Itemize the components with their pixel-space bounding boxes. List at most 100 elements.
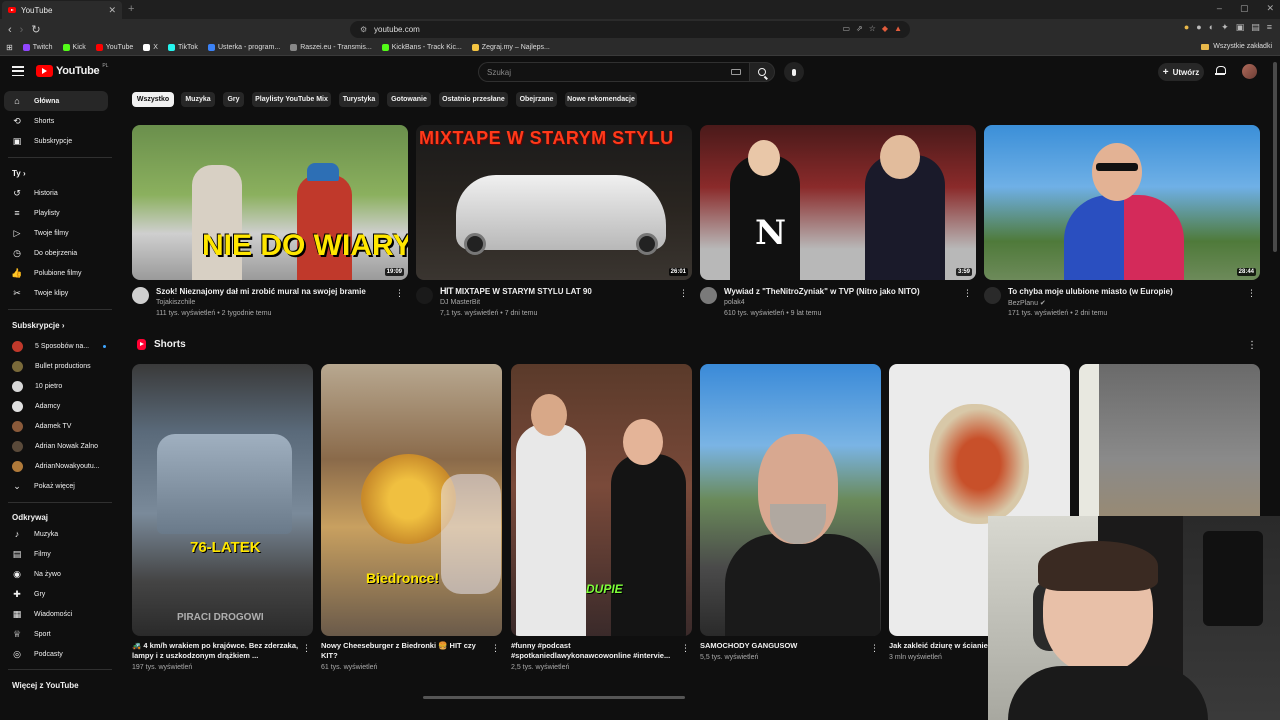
video-thumbnail[interactable]: 28:44 xyxy=(984,125,1260,280)
sidebar-item-home[interactable]: ⌂ Główna xyxy=(4,91,108,111)
user-avatar[interactable] xyxy=(1242,64,1257,79)
short-thumbnail[interactable]: Biedronce! xyxy=(321,364,502,636)
sidebar-item-watch-later[interactable]: ◷ Do obejrzenia xyxy=(4,243,108,263)
chip-mix[interactable]: Playlisty YouTube Mix xyxy=(252,92,331,107)
notifications-bell-icon[interactable] xyxy=(1215,65,1226,76)
horizontal-scrollbar[interactable] xyxy=(423,696,685,699)
create-button[interactable]: + Utwórz xyxy=(1158,63,1204,81)
sidebar-item-movies[interactable]: ▤ Filmy xyxy=(4,544,108,564)
sidebar-channel[interactable]: Adamcy xyxy=(4,396,108,416)
more-options-icon[interactable]: ⋮ xyxy=(1247,288,1256,299)
sidebar-item-history[interactable]: ↺ Historia xyxy=(4,183,108,203)
video-title[interactable]: Wywiad z "TheNitroZyniak" w TVP (Nitro j… xyxy=(724,286,964,297)
chip-cooking[interactable]: Gotowanie xyxy=(387,92,431,107)
bookmark-tiktok[interactable]: TikTok xyxy=(167,44,198,51)
short-title[interactable]: SAMOCHODY GANGUSOW xyxy=(700,641,870,651)
chip-all[interactable]: Wszystko xyxy=(132,92,174,107)
sidebar-channel[interactable]: AdrianNowakyoutu... xyxy=(4,456,108,476)
close-tab-icon[interactable]: ✕ xyxy=(108,5,116,16)
more-options-icon[interactable]: ⋮ xyxy=(963,288,972,299)
maximize-icon[interactable]: ▢ xyxy=(1240,3,1249,14)
show-more-button[interactable]: ⌄ Pokaż więcej xyxy=(4,476,108,496)
more-options-icon[interactable]: ⋮ xyxy=(681,643,690,654)
sidebar-item-gaming[interactable]: ✚ Gry xyxy=(4,584,108,604)
sidebar-item-playlists[interactable]: ≡ Playlisty xyxy=(4,203,108,223)
sidebar-item-music[interactable]: ♪ Muzyka xyxy=(4,524,108,544)
sidebar-item-shorts[interactable]: ⟲ Shorts xyxy=(4,111,108,131)
bookmarks-folder[interactable]: Wszystkie zakładki xyxy=(1201,43,1272,50)
cast-icon[interactable]: ▭ xyxy=(842,24,850,33)
channel-name[interactable]: BezPlanu ✔ xyxy=(1008,299,1046,307)
bookmark-youtube[interactable]: YouTube xyxy=(95,44,133,51)
keyboard-icon[interactable] xyxy=(731,69,741,75)
sidebar-channel[interactable]: 10 pietro xyxy=(4,376,108,396)
more-options-icon[interactable]: ⋮ xyxy=(395,288,404,299)
hamburger-menu-icon[interactable] xyxy=(12,66,24,76)
short-title[interactable]: 🚜 4 km/h wrakiem po krajówce. Bez zderza… xyxy=(132,641,302,661)
video-thumbnail[interactable]: MIXTAPE W STARYM STYLU 26:01 xyxy=(416,125,692,280)
more-options-icon[interactable]: ⋮ xyxy=(302,643,311,654)
sidebar-icon[interactable]: ▣ xyxy=(1236,22,1245,33)
video-thumbnail[interactable]: NIE DO WIARY! 19:09 xyxy=(132,125,408,280)
extension-icon[interactable]: ◐ xyxy=(1209,22,1214,33)
channel-name[interactable]: Tojakiszchile xyxy=(156,299,195,306)
sidebar-item-liked[interactable]: 👍 Polubione filmy xyxy=(4,263,108,283)
menu-icon[interactable]: ≡ xyxy=(1267,22,1272,33)
extension-icon[interactable]: ● xyxy=(1184,22,1189,33)
bookmark-zegraj[interactable]: Zegraj.my – Najleps... xyxy=(471,44,550,51)
sidebar-item-clips[interactable]: ✂ Twoje klipy xyxy=(4,283,108,303)
alert-icon[interactable]: ▲ xyxy=(894,24,902,33)
bookmark-usterka[interactable]: Usterka - program... xyxy=(207,44,280,51)
bookmark-kickbans[interactable]: KickBans - Track Kic... xyxy=(381,44,462,51)
shorts-more-options-icon[interactable]: ⋮ xyxy=(1247,340,1257,351)
sidebar-item-subscriptions[interactable]: ▣ Subskrypcje xyxy=(4,131,108,151)
subscriptions-heading[interactable]: Subskrypcje › xyxy=(12,321,64,330)
search-button[interactable] xyxy=(749,62,775,82)
short-title[interactable]: Nowy Cheeseburger z Biedronki 🍔 HIT czy … xyxy=(321,641,491,661)
wallet-icon[interactable]: ▤ xyxy=(1251,22,1260,33)
video-thumbnail[interactable]: N 3:59 xyxy=(700,125,976,280)
you-heading[interactable]: Ty › xyxy=(12,169,26,178)
video-title[interactable]: Szok! Nieznajomy dał mi zrobić mural na … xyxy=(156,286,396,297)
sidebar-channel[interactable]: 5 Sposobów na... xyxy=(4,336,108,356)
search-input[interactable]: Szukaj xyxy=(478,62,749,82)
more-options-icon[interactable]: ⋮ xyxy=(679,288,688,299)
share-icon[interactable]: ⇗ xyxy=(856,24,863,33)
channel-name[interactable]: DJ MasterBit xyxy=(440,299,480,306)
sidebar-item-news[interactable]: ▦ Wiadomości xyxy=(4,604,108,624)
channel-avatar[interactable] xyxy=(700,287,717,304)
youtube-logo[interactable]: YouTube PL xyxy=(36,63,108,77)
short-thumbnail[interactable] xyxy=(700,364,881,636)
short-thumbnail[interactable]: DUPIE xyxy=(511,364,692,636)
minimize-icon[interactable]: – xyxy=(1217,3,1222,14)
sidebar-channel[interactable]: Adrian Nowak Zalno xyxy=(4,436,108,456)
close-window-icon[interactable]: ✕ xyxy=(1266,3,1274,14)
more-options-icon[interactable]: ⋮ xyxy=(870,643,879,654)
voice-search-button[interactable] xyxy=(784,62,804,82)
new-tab-icon[interactable]: + xyxy=(128,3,134,15)
sidebar-channel[interactable]: Bullet productions xyxy=(4,356,108,376)
vertical-scrollbar[interactable] xyxy=(1273,62,1277,252)
apps-grid-icon[interactable]: ⊞ xyxy=(6,43,13,52)
sidebar-item-live[interactable]: ◉ Na żywo xyxy=(4,564,108,584)
channel-name[interactable]: polak4 xyxy=(724,299,745,306)
chip-music[interactable]: Muzyka xyxy=(181,92,215,107)
back-icon[interactable]: ‹ xyxy=(8,24,12,36)
sidebar-item-your-videos[interactable]: ▷ Twoje filmy xyxy=(4,223,108,243)
channel-avatar[interactable] xyxy=(416,287,433,304)
reload-icon[interactable]: ↻ xyxy=(31,23,40,36)
video-title[interactable]: HIT MIXTAPE W STARYM STYLU LAT 90 xyxy=(440,286,680,297)
chip-new-recommendations[interactable]: Nowe rekomendacje xyxy=(565,92,637,107)
address-bar[interactable]: ⚙ youtube.com ▭ ⇗ ☆ ◆ ▲ xyxy=(350,21,910,38)
bookmark-twitch[interactable]: Twitch xyxy=(22,44,53,51)
site-info-icon[interactable]: ⚙ xyxy=(360,25,367,34)
forward-icon[interactable]: › xyxy=(20,24,24,36)
chip-tourism[interactable]: Turystyka xyxy=(339,92,379,107)
bookmark-raszei[interactable]: Raszei.eu - Transmis... xyxy=(290,44,372,51)
sidebar-channel[interactable]: Adamek TV xyxy=(4,416,108,436)
bookmark-kick[interactable]: Kick xyxy=(62,44,86,51)
browser-tab[interactable]: YouTube ✕ xyxy=(2,1,122,19)
chip-watched[interactable]: Obejrzane xyxy=(516,92,557,107)
sidebar-item-podcasts[interactable]: ◎ Podcasty xyxy=(4,644,108,664)
bookmark-x[interactable]: X xyxy=(143,44,158,51)
